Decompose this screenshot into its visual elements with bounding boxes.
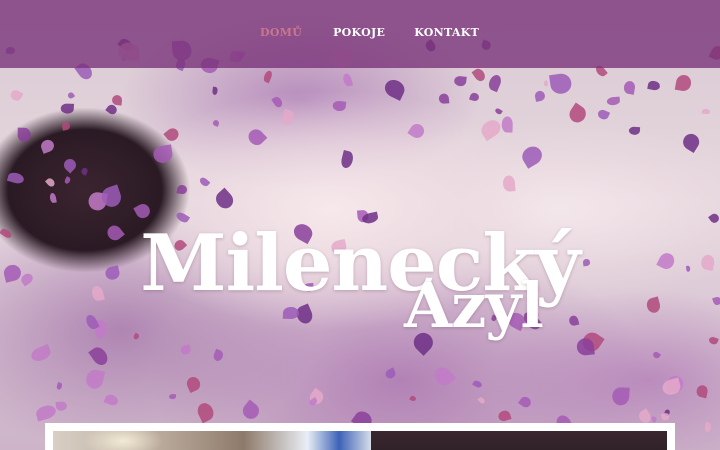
- nav-item-domu[interactable]: DOMŮ: [260, 26, 302, 39]
- flower-petal: [162, 125, 181, 144]
- flower-petal: [497, 409, 512, 423]
- flower-petal: [55, 381, 63, 391]
- flower-petal: [544, 79, 549, 87]
- flower-petal: [7, 170, 26, 185]
- flower-petal: [133, 201, 153, 220]
- flower-petal: [407, 121, 427, 141]
- flower-petal: [477, 396, 487, 406]
- flower-petal: [84, 367, 106, 390]
- flower-petal: [494, 107, 503, 116]
- flower-petal: [197, 174, 211, 188]
- flower-petal: [674, 73, 693, 93]
- flower-petal: [279, 108, 296, 127]
- flower-petal: [518, 394, 533, 410]
- flower-petal: [623, 79, 637, 95]
- flower-petal: [39, 138, 56, 154]
- flower-petal: [409, 395, 418, 403]
- flower-petal: [566, 102, 590, 127]
- room-preview-strip: [45, 423, 675, 450]
- flower-petal: [472, 379, 484, 389]
- flower-petal: [60, 103, 75, 114]
- flower-petal: [169, 393, 177, 400]
- flower-petal: [240, 399, 263, 422]
- flower-petal: [211, 86, 218, 96]
- flower-petal: [61, 121, 71, 132]
- hero-title-line2: Azyl: [404, 269, 544, 342]
- flower-petal: [680, 130, 703, 153]
- room-preview-image-left[interactable]: [53, 431, 371, 450]
- flower-petal: [16, 128, 31, 143]
- flower-petal: [56, 401, 68, 412]
- flower-petal: [661, 378, 683, 397]
- flower-petal: [61, 156, 79, 174]
- flower-petal: [651, 416, 658, 423]
- flower-petal: [66, 90, 76, 100]
- flower-petal: [695, 383, 709, 398]
- flower-petal: [176, 184, 188, 196]
- flower-petal: [549, 72, 573, 95]
- flower-petal: [339, 149, 355, 169]
- flower-petal: [332, 100, 347, 112]
- flower-petal: [596, 107, 610, 121]
- flower-petal: [111, 94, 123, 106]
- flower-petal: [195, 400, 217, 423]
- flower-petal: [533, 90, 546, 103]
- flower-petal: [384, 367, 398, 380]
- flower-petal: [49, 192, 57, 204]
- flower-petal: [502, 174, 517, 192]
- flower-petal: [701, 108, 710, 115]
- flower-petal: [628, 126, 641, 136]
- flower-petal: [651, 350, 661, 360]
- flower-petal: [34, 403, 58, 422]
- flower-petal: [606, 96, 621, 106]
- flower-petal: [501, 115, 513, 133]
- flower-petal: [647, 79, 661, 91]
- nav-item-kontakt[interactable]: KONTAKT: [414, 26, 479, 39]
- flower-petal: [661, 412, 671, 422]
- flower-petal: [45, 176, 57, 189]
- flower-petal: [469, 91, 481, 103]
- flower-petal: [212, 348, 225, 362]
- flower-petal: [88, 344, 111, 369]
- flower-petal: [568, 314, 580, 327]
- flower-petal: [132, 332, 140, 341]
- flower-petal: [262, 69, 274, 84]
- flower-petal: [103, 392, 121, 408]
- flower-petal: [611, 386, 631, 406]
- flower-petal: [431, 363, 457, 389]
- flower-petal: [80, 166, 90, 176]
- flower-petal: [486, 73, 504, 93]
- flower-petal: [438, 93, 449, 104]
- nav-item-pokoje[interactable]: POKOJE: [333, 26, 385, 39]
- flower-petal: [382, 76, 407, 101]
- flower-petal: [8, 88, 23, 103]
- flower-petal: [472, 66, 488, 83]
- flower-petal: [477, 116, 504, 142]
- flower-petal: [245, 126, 268, 149]
- flower-petal: [518, 142, 546, 169]
- flower-petal: [184, 374, 202, 393]
- page: DOMŮ POKOJE KONTAKT Milenecký Azyl: [0, 0, 720, 450]
- hero-title-line1: Milenecký: [140, 218, 580, 310]
- flower-petal: [342, 72, 354, 88]
- flower-petal: [453, 74, 467, 87]
- room-preview-image-right[interactable]: [371, 431, 667, 450]
- flower-petal: [29, 343, 53, 364]
- flower-petal: [151, 144, 174, 165]
- flower-petal: [271, 95, 285, 109]
- top-navbar: DOMŮ POKOJE KONTAKT: [0, 0, 720, 68]
- flower-petal: [213, 187, 237, 212]
- flower-petal: [704, 421, 713, 433]
- flower-petal: [179, 343, 192, 356]
- flower-petal: [211, 119, 220, 128]
- main-nav: DOMŮ POKOJE KONTAKT: [260, 26, 479, 39]
- flower-petal: [64, 175, 72, 185]
- flower-petal: [707, 335, 719, 346]
